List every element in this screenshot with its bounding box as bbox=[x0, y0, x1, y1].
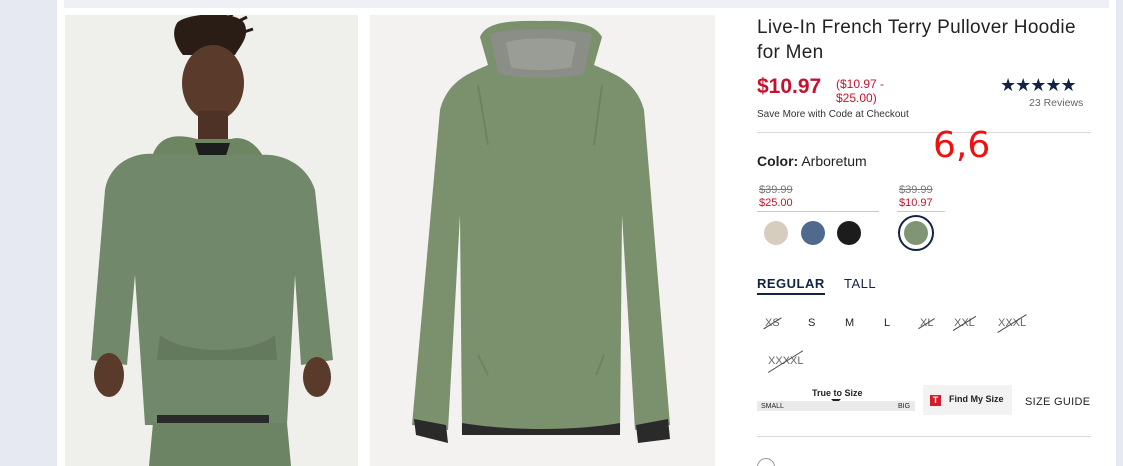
swatch-fill bbox=[904, 221, 928, 245]
color-label: Color: Arboretum bbox=[757, 153, 867, 169]
color-price-group-1: $39.99 $25.00 bbox=[759, 184, 793, 210]
sale-price: $10.97 bbox=[757, 75, 822, 98]
true-to-size-label: True to Size bbox=[812, 388, 863, 398]
tab-tall[interactable]: TALL bbox=[844, 276, 876, 291]
find-my-size-button[interactable]: T Find My Size bbox=[923, 385, 1012, 415]
color-swatch-blue[interactable] bbox=[801, 221, 825, 245]
group-sale-price: $10.97 bbox=[899, 197, 933, 209]
size-xxxl[interactable]: XXXL bbox=[998, 317, 1026, 329]
original-price: $39.99 bbox=[899, 184, 933, 196]
size-guide-link[interactable]: SIZE GUIDE bbox=[1025, 396, 1090, 408]
divider bbox=[757, 132, 1091, 133]
size-l[interactable]: L bbox=[884, 317, 890, 329]
size-s[interactable]: S bbox=[808, 317, 815, 329]
price-group-line bbox=[757, 211, 879, 212]
product-photo-flat[interactable] bbox=[370, 15, 715, 466]
overlay-annotation: 6,6 bbox=[933, 125, 991, 166]
top-strip bbox=[64, 0, 1109, 8]
tts-small-label: SMALL bbox=[761, 403, 784, 410]
tts-big-label: BIG bbox=[898, 403, 911, 410]
size-xl[interactable]: XL bbox=[920, 317, 933, 329]
size-m[interactable]: M bbox=[845, 317, 854, 329]
promo-text: Save More with Code at Checkout bbox=[757, 109, 909, 120]
price-group-line bbox=[897, 211, 945, 212]
rating-stars-icon[interactable]: ★★★★★ bbox=[1000, 75, 1077, 96]
size-xxl[interactable]: XXL bbox=[954, 317, 975, 329]
price-range: ($10.97 - $25.00) bbox=[836, 77, 885, 105]
color-price-group-2: $39.99 $10.97 bbox=[899, 184, 933, 210]
group-sale-price: $25.00 bbox=[759, 197, 793, 209]
color-swatch-beige[interactable] bbox=[764, 221, 788, 245]
product-photo-model[interactable] bbox=[65, 15, 358, 466]
color-label-value: Arboretum bbox=[801, 153, 867, 169]
size-xxxxl[interactable]: XXXXL bbox=[768, 355, 803, 367]
tab-regular[interactable]: REGULAR bbox=[757, 276, 825, 295]
color-swatch-black[interactable] bbox=[837, 221, 861, 245]
size-xs[interactable]: XS bbox=[765, 317, 780, 329]
color-label-key: Color: bbox=[757, 153, 799, 169]
hoodie-illustration bbox=[370, 15, 715, 466]
find-my-size-label: Find My Size bbox=[949, 394, 1004, 404]
true-fit-logo-icon: T bbox=[930, 395, 941, 406]
divider bbox=[757, 436, 1091, 437]
reviews-link[interactable]: 23 Reviews bbox=[1029, 97, 1083, 109]
color-swatch-arboretum-selected[interactable] bbox=[898, 215, 934, 251]
product-title: Live-In French Terry Pullover Hoodie for… bbox=[757, 17, 1076, 63]
original-price: $39.99 bbox=[759, 184, 793, 196]
model-illustration bbox=[65, 15, 358, 466]
